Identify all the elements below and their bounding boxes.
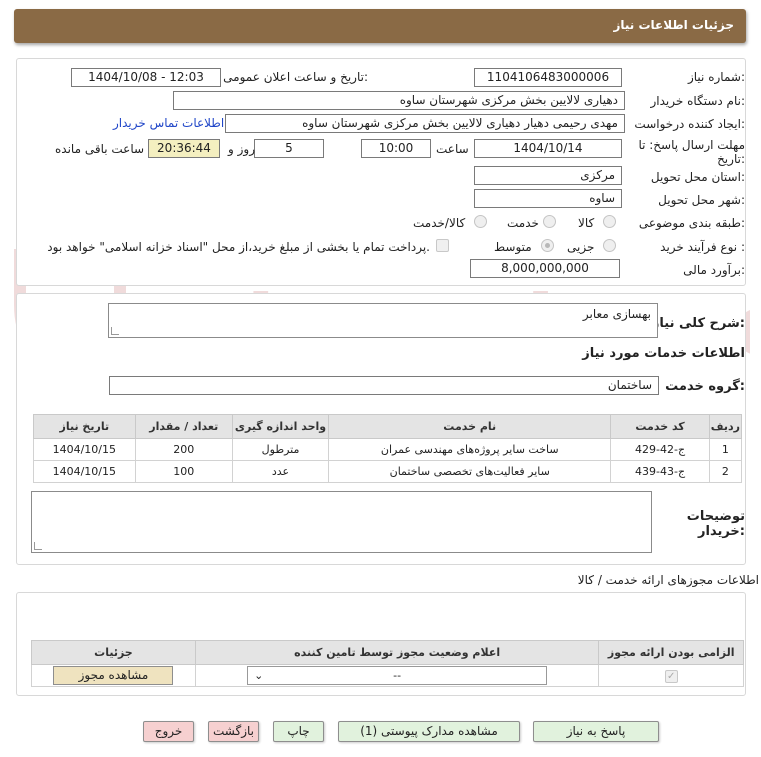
category-both-radio[interactable] [474,215,487,228]
exit-button[interactable]: خروج [143,721,194,742]
description-label: شرح کلی نیاز: [651,316,745,331]
remaining-label: ساعت باقی مانده [55,142,145,156]
contact-link[interactable]: اطلاعات تماس خریدار [113,116,224,130]
cell-name: ساخت سایر پروژه‌های مهندسی عمران [328,438,612,461]
description-text: بهسازی معابر [582,307,651,321]
permit-status-value: -- [393,669,402,682]
col-date: تاریخ نیاز [33,414,136,439]
cell-status: ⌄ -- [194,664,600,687]
deadline-label-date: تاریخ: [717,152,745,166]
page-title: جزئیات اطلاعات نیاز [613,18,734,32]
estimate-label: برآورد مالی: [683,263,745,277]
city-field: ساوه [474,189,622,208]
cell-qty: 100 [134,460,233,483]
category-service-radio[interactable] [543,215,556,228]
process-label: نوع فرآیند خرید : [660,240,745,254]
service-group-label: گروه خدمت: [665,379,745,394]
category-label: طبقه بندی موضوعی: [638,216,745,230]
category-goods-radio[interactable] [603,215,616,228]
cell-row: 1 [708,438,743,461]
process-minor-radio[interactable] [603,239,616,252]
service-group-field: ساختمان [109,376,659,395]
page-header: جزئیات اطلاعات نیاز [14,9,746,43]
back-button[interactable]: بازگشت [208,721,259,742]
city-label: شهر محل تحویل: [658,193,745,207]
time-label: ساعت [436,142,469,156]
col-code: کد خدمت [610,414,710,439]
reply-button[interactable]: پاسخ به نیاز [533,721,659,742]
resize-handle[interactable] [111,327,119,335]
days-label: روز و [228,142,255,156]
cell-unit: عدد [231,460,330,483]
days-field: 5 [254,139,324,158]
need-number-label: شماره نیاز: [687,70,745,84]
col-name: نام خدمت [328,414,612,439]
estimate-field: 8,000,000,000 [470,259,620,278]
permits-header-row: الزامی بودن ارائه مجوز اعلام وضعیت مجوز … [31,640,744,665]
services-table: ردیف کد خدمت نام خدمت واحد اندازه گیری ت… [33,414,743,483]
cell-unit: مترطول [231,438,330,461]
col-required: الزامی بودن ارائه مجوز [598,640,744,665]
col-row: ردیف [708,414,743,439]
cell-required: ✓ [598,664,744,687]
buyer-notes-label-2: خریدار: [698,524,745,539]
announce-field: 1404/10/08 - 12:03 [71,68,221,87]
cell-row: 2 [708,460,743,483]
description-textarea[interactable]: بهسازی معابر [108,303,658,338]
deadline-date-field: 1404/10/14 [474,139,622,158]
process-medium-label: متوسط [494,240,532,254]
chevron-down-icon: ⌄ [254,669,264,682]
permits-section-title: اطلاعات مجوزهای ارائه خدمت / کالا [577,573,759,587]
province-label: استان محل تحویل: [650,170,745,184]
creator-label: ایجاد کننده درخواست: [634,117,745,131]
table-row: ✓ ⌄ -- مشاهده مجوز [31,664,744,687]
col-qty: تعداد / مقدار [134,414,233,439]
services-section-title: اطلاعات خدمات مورد نیاز [582,346,745,361]
payment-note: پرداخت تمام یا بخشی از مبلغ خرید،از محل … [47,240,430,254]
view-permit-button[interactable]: مشاهده مجوز [53,666,174,685]
table-row: 2 ج-43-439 سایر فعالیت‌های تخصصی ساختمان… [33,460,743,483]
process-medium-radio[interactable] [541,239,554,252]
col-status: اعلام وضعیت مجوز توسط تامین کننده [194,640,600,665]
attachments-button[interactable]: مشاهده مدارک پیوستی (1) [338,721,520,742]
buyer-org-field: دهیاری لالایین بخش مرکزی شهرستان ساوه [173,91,625,110]
category-service-label: خدمت [507,216,539,230]
province-field: مرکزی [474,166,622,185]
required-checkbox: ✓ [664,669,678,683]
announce-label: تاریخ و ساعت اعلان عمومی: [223,70,368,84]
services-header-row: ردیف کد خدمت نام خدمت واحد اندازه گیری ت… [33,414,743,439]
permit-status-select[interactable]: ⌄ -- [247,666,548,685]
cell-code: ج-42-429 [610,438,710,461]
print-button[interactable]: چاپ [273,721,324,742]
category-both-label: کالا/خدمت [413,216,466,230]
buyer-org-label: نام دستگاه خریدار: [650,94,746,108]
permits-table: الزامی بودن ارائه مجوز اعلام وضعیت مجوز … [31,640,744,687]
creator-field: مهدی رحیمی دهیار دهیاری لالایین بخش مرکز… [225,114,625,133]
buyer-notes-label: توضیحات [686,509,745,524]
process-minor-label: جزیی [567,240,595,254]
table-row: 1 ج-42-429 ساخت سایر پروژه‌های مهندسی عم… [33,438,743,461]
treasury-checkbox[interactable] [436,239,449,252]
cell-date: 1404/10/15 [33,438,136,461]
cell-code: ج-43-439 [610,460,710,483]
category-goods-label: کالا [578,216,595,230]
need-number-field: 1104106483000006 [474,68,622,87]
resize-handle[interactable] [34,542,42,550]
cell-qty: 200 [134,438,233,461]
col-unit: واحد اندازه گیری [231,414,330,439]
col-details: جزئیات [31,640,196,665]
buyer-notes-textarea[interactable] [31,491,652,553]
deadline-time-field: 10:00 [361,139,431,158]
deadline-label: مهلت ارسال پاسخ: تا [638,138,745,152]
remaining-time-field: 20:36:44 [148,139,220,158]
cell-date: 1404/10/15 [33,460,136,483]
cell-name: سایر فعالیت‌های تخصصی ساختمان [328,460,612,483]
cell-details: مشاهده مجوز [31,664,196,687]
